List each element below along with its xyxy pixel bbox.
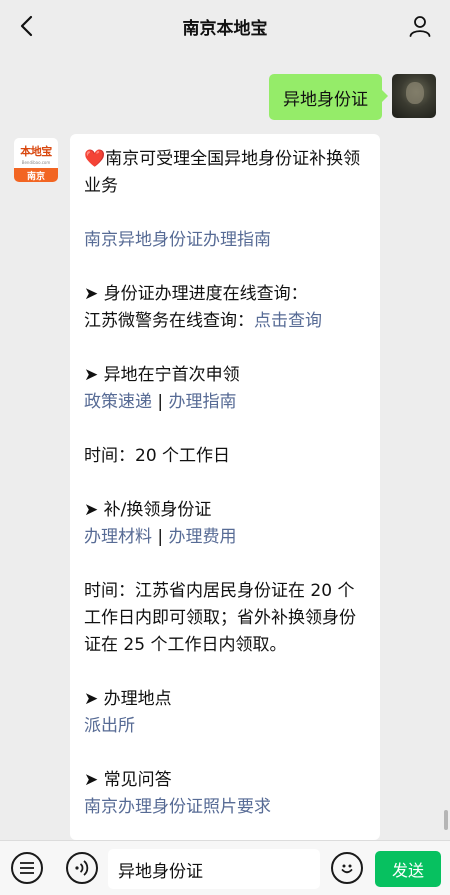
smiley-icon — [341, 864, 353, 874]
send-button[interactable]: 发送 — [375, 851, 441, 887]
first-guide-link[interactable]: 办理指南 — [169, 392, 237, 412]
intro-line: ❤️南京可受理全国异地身份证补换领业务 — [84, 146, 366, 200]
first-time-text: 时间：20 个工作日 — [84, 446, 231, 466]
emoji-button[interactable] — [331, 852, 363, 884]
link-separator: | — [152, 392, 169, 412]
outgoing-bubble[interactable]: 异地身份证 — [269, 74, 388, 120]
progress-query-link[interactable]: 点击查询 — [254, 311, 322, 331]
heart-icon: ❤️ — [84, 149, 106, 169]
policy-link[interactable]: 政策速递 — [84, 392, 152, 412]
list-icon — [20, 862, 34, 874]
link-separator: | — [152, 527, 169, 547]
chat-title: 南京本地宝 — [182, 18, 268, 39]
faq-heading: ➤ 常见问答 — [84, 770, 172, 790]
profile-button[interactable] — [406, 12, 434, 40]
bot-logo-text: 本地宝 — [20, 145, 52, 158]
materials-link[interactable]: 办理材料 — [84, 527, 152, 547]
guide-link[interactable]: 南京异地身份证办理指南 — [84, 230, 271, 250]
first-apply-heading: ➤ 异地在宁首次申领 — [84, 365, 240, 385]
scrollbar-thumb[interactable] — [444, 810, 448, 830]
intro-text: 南京可受理全国异地身份证补换领业务 — [84, 149, 361, 196]
user-avatar[interactable] — [392, 74, 436, 118]
replace-time-text: 时间：江苏省内居民身份证在 20 个工作日内即可领取；省外补换领身份证在 25 … — [84, 581, 356, 655]
message-input[interactable]: 异地身份证 — [108, 849, 320, 889]
chevron-left-icon — [20, 15, 33, 37]
incoming-bubble: ❤️南京可受理全国异地身份证补换领业务 南京异地身份证办理指南 ➤ 身份证办理进… — [70, 134, 380, 840]
police-station-link[interactable]: 派出所 — [84, 716, 135, 736]
bot-avatar[interactable]: 本地宝 Bendibao.com 南京 — [14, 138, 58, 182]
input-bar: 异地身份证 发送 — [0, 840, 450, 895]
fees-link[interactable]: 办理费用 — [169, 527, 237, 547]
person-icon — [409, 16, 431, 37]
photo-requirement-link[interactable]: 南京办理身份证照片要求 — [84, 797, 271, 817]
chat-header: 南京本地宝 — [0, 0, 450, 52]
outgoing-message: 异地身份证 — [269, 74, 436, 120]
progress-label: 江苏微警务在线查询： — [84, 311, 254, 331]
menu-button[interactable] — [11, 852, 43, 884]
bot-logo-city: 南京 — [14, 168, 58, 182]
voice-icon — [75, 860, 89, 876]
back-button[interactable] — [12, 12, 40, 40]
voice-button[interactable] — [66, 852, 98, 884]
replace-heading: ➤ 补/换领身份证 — [84, 500, 212, 520]
location-heading: ➤ 办理地点 — [84, 689, 172, 709]
bot-logo-url: Bendibao.com — [21, 160, 51, 165]
progress-heading: ➤ 身份证办理进度在线查询： — [84, 284, 308, 304]
